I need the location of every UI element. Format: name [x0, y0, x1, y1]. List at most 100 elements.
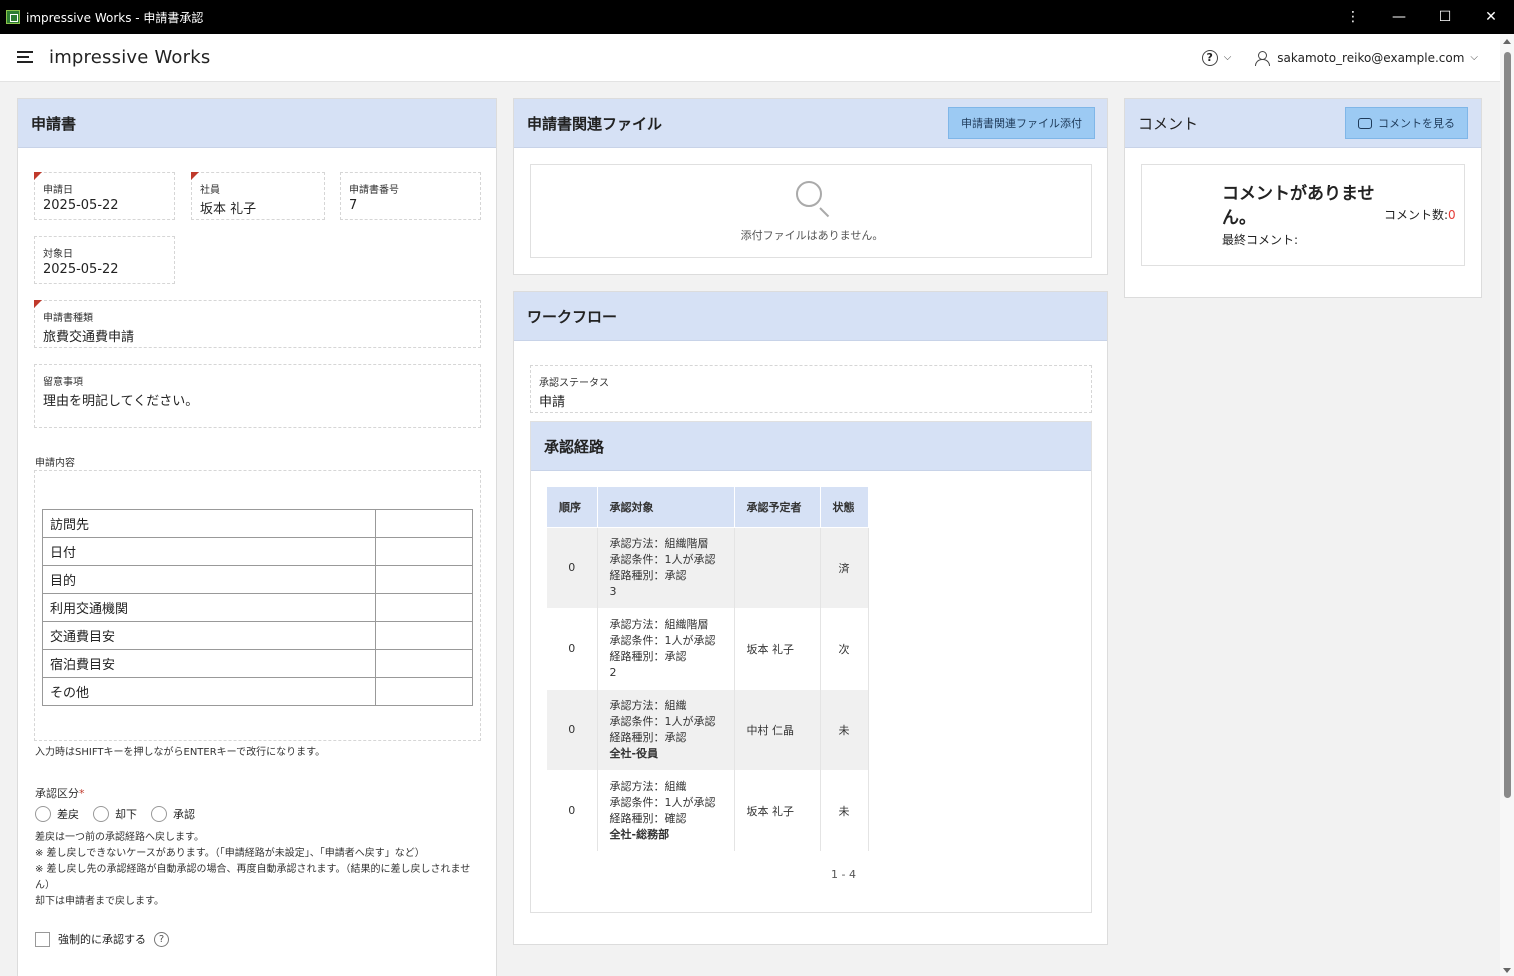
panel-title: コメント [1138, 114, 1199, 133]
content-table[interactable]: 訪問先 日付 目的 利用交通機関 交通費目安 宿泊費目安 その他 [42, 509, 473, 706]
approval-note-line: 却下は申請者まで戻します。 [35, 896, 164, 907]
scroll-thumb[interactable] [1504, 52, 1511, 798]
minimize-icon[interactable]: — [1376, 0, 1422, 34]
close-icon[interactable]: ✕ [1468, 0, 1514, 34]
approver-cell: 中村 仁晶 [734, 688, 821, 770]
approval-note-line: ん） [35, 880, 55, 891]
order-cell: 0 [547, 688, 598, 770]
field-value: 旅費交通費申請 [43, 330, 135, 345]
help-icon[interactable]: ? [154, 931, 169, 947]
content-label: 申請内容 [35, 458, 75, 469]
more-options-icon[interactable]: ⋮ [1330, 0, 1376, 34]
help-menu[interactable]: ? ⌵ [1201, 49, 1232, 66]
state-cell: 未 [820, 688, 869, 770]
target-line: 承認条件：1人が承認 [609, 552, 716, 566]
app-header: impressive Works ? ⌵ sakamoto_reiko@exam… [0, 34, 1514, 82]
content-row-value[interactable] [375, 677, 473, 706]
application-type-field: 申請書種類 旅費交通費申請 [34, 300, 481, 348]
content-row: 宿泊費目安 [42, 649, 473, 678]
files-panel: 申請書関連ファイル 申請書関連ファイル添付 添付ファイルはありません。 [513, 98, 1108, 275]
radio-button[interactable] [151, 806, 167, 822]
target-extra: 全社-総務部 [609, 827, 670, 841]
radio-button[interactable] [35, 806, 51, 822]
target-extra: 2 [609, 665, 617, 679]
no-comments-message: コメントがありませ ん。 [1222, 182, 1375, 230]
approver-cell: 坂本 礼子 [734, 607, 821, 689]
maximize-icon[interactable]: ☐ [1422, 0, 1468, 34]
radio-button[interactable] [93, 806, 109, 822]
user-menu[interactable]: sakamoto_reiko@example.com ⌵ [1255, 50, 1478, 66]
column-header[interactable]: 承認対象 [597, 487, 735, 527]
chevron-down-icon: ⌵ [1223, 52, 1232, 63]
target-line: 承認方法：組織 [609, 779, 687, 793]
page-scrollbar[interactable] [1500, 34, 1514, 976]
content-row-label: 日付 [42, 537, 376, 566]
menu-icon[interactable] [17, 50, 35, 65]
approval-notes: 差戻は一つ前の承認経路へ戻します。 ※ 差し戻しできないケースがあります。（「申請… [35, 830, 480, 910]
content-row-label: 訪問先 [42, 509, 376, 538]
content-row-label: その他 [42, 677, 376, 706]
view-comments-button[interactable]: コメントを見る [1345, 107, 1468, 139]
field-label: 申請書番号 [349, 185, 399, 196]
content-row-value[interactable] [375, 537, 473, 566]
content-row-value[interactable] [375, 565, 473, 594]
attach-file-button[interactable]: 申請書関連ファイル添付 [948, 107, 1095, 139]
scroll-down-icon[interactable] [1503, 968, 1511, 973]
state-cell: 未 [820, 769, 869, 851]
content-row-value[interactable] [375, 621, 473, 650]
target-extra: 3 [609, 584, 617, 598]
approval-status-field: 承認ステータス 申請 [530, 365, 1092, 413]
target-line: 承認方法：組織 [609, 698, 687, 712]
force-approve-row: 強制的に承認する ? [35, 931, 169, 947]
content-row-value[interactable] [375, 649, 473, 678]
column-header[interactable]: 承認予定者 [734, 487, 821, 527]
target-cell: 承認方法：組織 承認条件：1人が承認 経路種別：確認 全社-総務部 [597, 769, 735, 851]
column-header[interactable]: 順序 [547, 487, 598, 527]
field-label: 承認ステータス [539, 378, 609, 389]
no-comments-line1: コメントがありませ [1222, 184, 1375, 204]
approval-route-table: 順序 承認対象 承認予定者 状態 0 承認方法：組織階層 承認条件：1人が承認 経路種別：承… [547, 487, 869, 851]
notes-field: 留意事項 理由を明記してください。 [34, 364, 481, 428]
application-number-field: 申請書番号 7 [340, 172, 481, 220]
comment-count: コメント数:0 [1384, 206, 1456, 223]
table-row: 0 承認方法：組織 承認条件：1人が承認 経路種別：承認 全社-役員 中村 仁晶未 [547, 688, 869, 770]
field-value: 申請 [539, 395, 566, 410]
comment-count-label: コメント数: [1384, 208, 1449, 222]
workflow-panel: ワークフロー 承認ステータス 申請 承認経路 順序 承認対象 承認予定者 状態 0 承認… [513, 291, 1108, 945]
field-label: 留意事項 [43, 377, 83, 388]
required-marker [34, 172, 42, 180]
scroll-up-icon[interactable] [1503, 39, 1511, 44]
application-panel: 申請書 申請日 2025-05-22 社員 坂本 礼子 申請書番号 7 対象日 … [17, 98, 497, 976]
content-row-label: 交通費目安 [42, 621, 376, 650]
approval-note-line: 差戻は一つ前の承認経路へ戻します。 [35, 832, 204, 843]
target-cell: 承認方法：組織 承認条件：1人が承認 経路種別：承認 全社-役員 [597, 688, 735, 770]
approver-cell: 坂本 礼子 [734, 769, 821, 851]
app-icon [6, 10, 20, 24]
field-label: 申請日 [43, 185, 73, 196]
user-icon [1255, 50, 1271, 66]
comment-summary-card: コメントがありませ ん。 最終コメント: コメント数:0 [1141, 164, 1465, 266]
workflow-panel-header: ワークフロー [514, 292, 1107, 341]
target-line: 経路種別：承認 [609, 568, 687, 582]
radio-label: 承認 [173, 808, 195, 821]
content-row-label: 利用交通機関 [42, 593, 376, 622]
force-approve-checkbox[interactable] [35, 931, 50, 947]
target-line: 経路種別：承認 [609, 730, 687, 744]
content-row-value[interactable] [375, 593, 473, 622]
panel-title: 申請書 [31, 114, 77, 133]
target-date-field: 対象日 2025-05-22 [34, 236, 175, 284]
comment-count-value: 0 [1448, 208, 1456, 222]
comment-icon [1358, 117, 1372, 129]
state-cell: 次 [820, 607, 869, 689]
employee-field: 社員 坂本 礼子 [191, 172, 325, 220]
comments-panel-header: コメント コメントを見る [1125, 99, 1481, 148]
files-empty-state: 添付ファイルはありません。 [530, 164, 1092, 258]
content-row-value[interactable] [375, 509, 473, 538]
column-header[interactable]: 状態 [820, 487, 869, 527]
approval-option[interactable]: 差戻 [35, 806, 79, 822]
target-line: 承認条件：1人が承認 [609, 633, 716, 647]
approval-option[interactable]: 承認 [151, 806, 195, 822]
field-value: 理由を明記してください。 [43, 394, 199, 409]
approval-option[interactable]: 却下 [93, 806, 137, 822]
content-row: 訪問先 [42, 509, 473, 538]
